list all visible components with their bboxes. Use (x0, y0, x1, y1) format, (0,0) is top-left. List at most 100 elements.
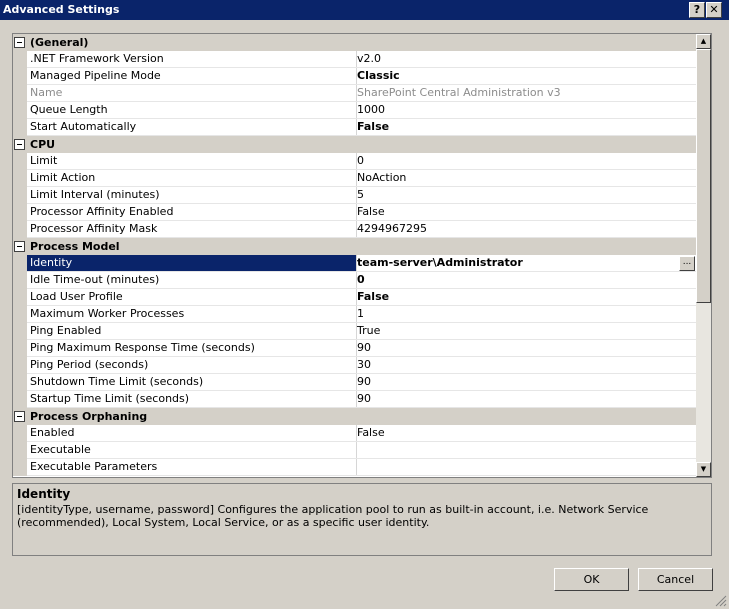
property-value[interactable]: v2.0 (354, 51, 699, 68)
description-panel: Identity [identityType, username, passwo… (12, 483, 712, 556)
row-gutter (13, 442, 27, 459)
property-name[interactable]: Limit Interval (minutes) (27, 187, 357, 204)
scroll-up-arrow-icon[interactable]: ▲ (696, 34, 711, 49)
property-value[interactable]: SharePoint Central Administration v3 (354, 85, 699, 102)
property-name[interactable]: Limit Action (27, 170, 357, 187)
property-value[interactable]: 1000 (354, 102, 699, 119)
property-value[interactable]: 90 (354, 374, 699, 391)
help-button[interactable]: ? (689, 2, 705, 18)
property-row[interactable]: Shutdown Time Limit (seconds) 90 (13, 374, 699, 391)
resize-grip-icon[interactable] (715, 595, 727, 607)
property-name[interactable]: Managed Pipeline Mode (27, 68, 357, 85)
property-row[interactable]: Limit Interval (minutes) 5 (13, 187, 699, 204)
cancel-button[interactable]: Cancel (638, 568, 713, 591)
scroll-thumb[interactable] (696, 49, 711, 303)
property-row[interactable]: Start Automatically False (13, 119, 699, 136)
property-name[interactable]: Executable (27, 442, 357, 459)
category-row[interactable]: Process Orphaning (13, 408, 696, 425)
property-value[interactable] (354, 442, 699, 459)
collapse-minus-icon[interactable] (14, 241, 25, 252)
property-value[interactable]: NoAction (354, 170, 699, 187)
category-row[interactable]: CPU (13, 136, 696, 153)
property-name[interactable]: Identity (27, 255, 357, 272)
property-value[interactable]: Classic (354, 68, 699, 85)
property-value[interactable]: 4294967295 (354, 221, 699, 238)
property-value[interactable]: 1 (354, 306, 699, 323)
property-value[interactable]: 90 (354, 391, 699, 408)
ok-button[interactable]: OK (554, 568, 629, 591)
property-value[interactable]: team-server\Administrator (354, 255, 699, 272)
property-value[interactable]: False (354, 204, 699, 221)
row-gutter (13, 102, 27, 119)
row-gutter (13, 391, 27, 408)
property-row[interactable]: Ping Period (seconds) 30 (13, 357, 699, 374)
row-gutter (13, 255, 27, 272)
property-row[interactable]: Executable Parameters (13, 459, 699, 476)
property-name[interactable]: Start Automatically (27, 119, 357, 136)
property-row[interactable]: Startup Time Limit (seconds) 90 (13, 391, 699, 408)
property-name[interactable]: .NET Framework Version (27, 51, 357, 68)
row-gutter (13, 85, 27, 102)
property-name[interactable]: Shutdown Time Limit (seconds) (27, 374, 357, 391)
property-value[interactable]: 30 (354, 357, 699, 374)
category-row[interactable]: (General) (13, 34, 696, 51)
property-row[interactable]: Name SharePoint Central Administration v3 (13, 85, 699, 102)
property-name[interactable]: Executable Parameters (27, 459, 357, 476)
property-name[interactable]: Ping Period (seconds) (27, 357, 357, 374)
row-gutter (13, 306, 27, 323)
row-gutter (13, 357, 27, 374)
property-row[interactable]: Processor Affinity Enabled False (13, 204, 699, 221)
collapse-minus-icon[interactable] (14, 411, 25, 422)
row-gutter (13, 170, 27, 187)
property-row[interactable]: .NET Framework Version v2.0 (13, 51, 699, 68)
close-button[interactable]: ✕ (706, 2, 722, 18)
row-gutter (13, 272, 27, 289)
collapse-minus-icon[interactable] (14, 139, 25, 150)
property-name[interactable]: Enabled (27, 425, 357, 442)
title-bar[interactable]: Advanced Settings ? ✕ (0, 0, 729, 20)
property-row[interactable]: Ping Enabled True (13, 323, 699, 340)
property-value[interactable]: False (354, 119, 699, 136)
row-gutter (13, 51, 27, 68)
property-name[interactable]: Maximum Worker Processes (27, 306, 357, 323)
property-row[interactable]: Identity team-server\Administrator... (13, 255, 699, 272)
row-gutter (13, 289, 27, 306)
property-name[interactable]: Startup Time Limit (seconds) (27, 391, 357, 408)
property-row[interactable]: Managed Pipeline Mode Classic (13, 68, 699, 85)
property-name[interactable]: Limit (27, 153, 357, 170)
property-row[interactable]: Executable (13, 442, 699, 459)
property-value[interactable]: 5 (354, 187, 699, 204)
property-name[interactable]: Name (27, 85, 357, 102)
property-value[interactable]: 0 (354, 272, 699, 289)
property-row[interactable]: Enabled False (13, 425, 699, 442)
property-row[interactable]: Limit Action NoAction (13, 170, 699, 187)
property-value[interactable]: False (354, 289, 699, 306)
property-row[interactable]: Queue Length 1000 (13, 102, 699, 119)
property-row[interactable]: Load User Profile False (13, 289, 699, 306)
vertical-scrollbar[interactable]: ▲ ▼ (696, 34, 711, 477)
property-name[interactable]: Idle Time-out (minutes) (27, 272, 357, 289)
property-name[interactable]: Processor Affinity Mask (27, 221, 357, 238)
row-gutter (13, 374, 27, 391)
property-row[interactable]: Limit 0 (13, 153, 699, 170)
property-value[interactable]: True (354, 323, 699, 340)
collapse-minus-icon[interactable] (14, 37, 25, 48)
property-name[interactable]: Ping Maximum Response Time (seconds) (27, 340, 357, 357)
property-value[interactable] (354, 459, 699, 476)
property-row[interactable]: Processor Affinity Mask 4294967295 (13, 221, 699, 238)
property-row[interactable]: Idle Time-out (minutes) 0 (13, 272, 699, 289)
property-value[interactable]: 90 (354, 340, 699, 357)
row-gutter (13, 425, 27, 442)
property-row[interactable]: Ping Maximum Response Time (seconds) 90 (13, 340, 699, 357)
property-name[interactable]: Queue Length (27, 102, 357, 119)
property-name[interactable]: Load User Profile (27, 289, 357, 306)
description-title: Identity (17, 487, 71, 501)
property-name[interactable]: Processor Affinity Enabled (27, 204, 357, 221)
browse-ellipsis-button[interactable]: ... (679, 256, 695, 271)
scroll-down-arrow-icon[interactable]: ▼ (696, 462, 711, 477)
property-row[interactable]: Maximum Worker Processes 1 (13, 306, 699, 323)
property-value[interactable]: 0 (354, 153, 699, 170)
property-value[interactable]: False (354, 425, 699, 442)
property-name[interactable]: Ping Enabled (27, 323, 357, 340)
category-row[interactable]: Process Model (13, 238, 696, 255)
